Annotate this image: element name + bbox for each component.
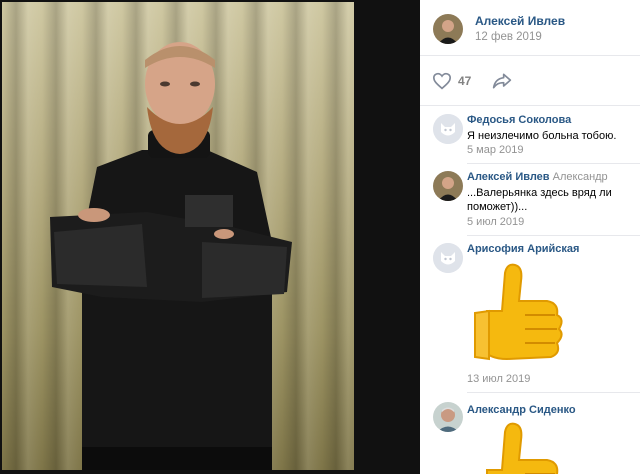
commenter-avatar[interactable] [433,171,463,201]
commenter-name-text[interactable]: Алексей Ивлев [467,171,550,183]
commenter-avatar[interactable] [433,402,463,432]
divider [467,392,640,393]
person-figure [50,42,292,470]
post-date[interactable]: 12 фев 2019 [475,31,542,43]
commenter-name[interactable]: Алексей Ивлев Александр [467,171,608,183]
post-actions: 47 [420,56,640,106]
share-button[interactable] [492,72,512,95]
post-side-panel: Алексей Ивлев 12 фев 2019 47 Федосья Сок… [420,0,640,474]
dog-icon [433,243,463,273]
comment-item: Алексей Ивлев Александр ...Валерьянка зд… [420,171,640,236]
reply-to[interactable]: Александр [553,171,608,183]
comment-date[interactable]: 5 мар 2019 [467,144,524,156]
comment-item: Арисофия Арийская 13 июл 2019 [420,243,640,393]
post-photo[interactable] [2,2,354,470]
photo-viewer [0,0,420,474]
commenter-avatar[interactable] [433,114,463,144]
dog-icon [433,114,463,144]
comment-item: Александр Сиденко [420,402,640,474]
thumbs-up-icon [474,263,563,361]
commenter-avatar[interactable] [433,243,463,273]
share-icon [492,73,512,89]
like-button[interactable]: 47 [432,72,471,90]
commenter-name[interactable]: Федосья Соколова [467,114,571,126]
comment-item: Федосья Соколова Я неизлечимо больна тоб… [420,114,640,166]
commenter-name[interactable]: Александр Сиденко [467,404,576,416]
like-count: 47 [458,74,472,88]
comment-date[interactable]: 5 июл 2019 [467,216,524,228]
thumbs-up-icon [486,422,559,474]
heart-icon [432,72,452,90]
commenter-name[interactable]: Арисофия Арийская [467,243,579,255]
post-header: Алексей Ивлев 12 фев 2019 [420,0,640,56]
author-name[interactable]: Алексей Ивлев [475,14,565,28]
comment-text: ...Валерьянка здесь вряд ли поможет))... [467,187,612,213]
comment-text: Я неизлечимо больна тобою. [467,130,617,142]
author-avatar[interactable] [433,14,463,44]
comment-date[interactable]: 13 июл 2019 [467,373,530,385]
divider [467,163,640,164]
divider [467,235,640,236]
